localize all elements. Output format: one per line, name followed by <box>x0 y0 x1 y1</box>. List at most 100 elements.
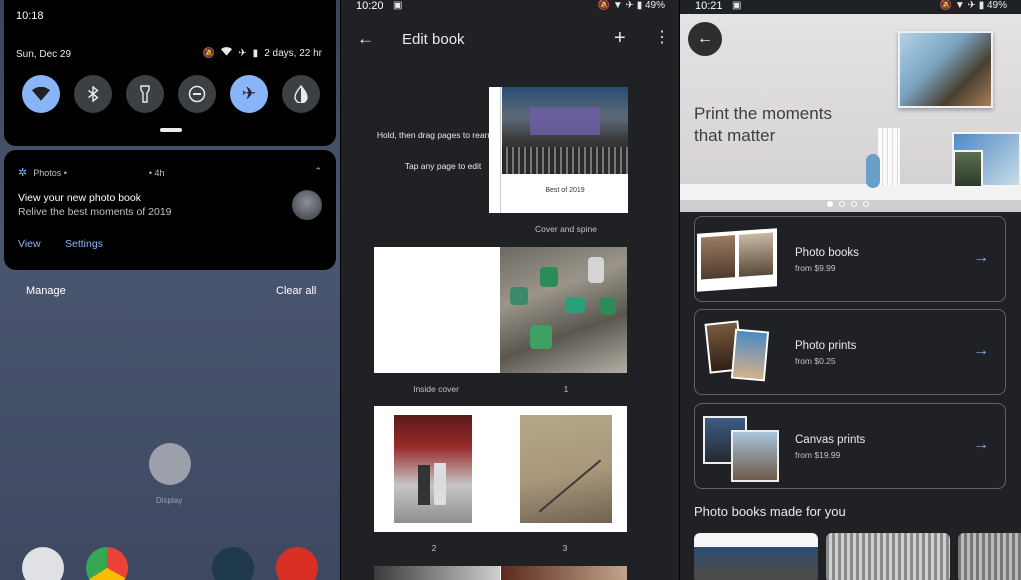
chrome-app-icon[interactable] <box>86 547 128 580</box>
print-thumbnail-2 <box>730 328 770 382</box>
airplane-status-icon: ✈ <box>967 0 976 11</box>
add-page-icon[interactable]: + <box>614 27 626 50</box>
hero-line-2: that matter <box>694 126 776 145</box>
drag-handle[interactable] <box>160 128 182 132</box>
photo-books-card[interactable]: Photo books from $9.99 → <box>694 216 1006 302</box>
spread-next[interactable] <box>374 566 627 580</box>
photo-stadia-people <box>394 415 472 523</box>
notification-thumbnail <box>292 190 322 220</box>
photo-products-screen: 10:21 ▣ 🔕 ▼ ✈ ▮ 49% Print the moments th… <box>680 0 1021 580</box>
arrow-right-icon[interactable]: → <box>973 436 989 454</box>
camera-app-icon[interactable] <box>22 547 64 580</box>
spread-pages-2-3[interactable] <box>374 406 627 532</box>
hero-banner[interactable]: Print the moments that matter <box>680 14 1021 212</box>
display-settings-icon[interactable] <box>149 443 191 485</box>
youtube-music-app-icon[interactable] <box>276 547 318 580</box>
notification-app-name: Photos • <box>33 167 67 178</box>
wifi-status-icon: ▼ <box>612 0 623 11</box>
photos-notification[interactable]: ✲ Photos • • 4h ⌃ View your new photo bo… <box>4 150 336 270</box>
page-label-1: 1 <box>563 384 569 394</box>
spread-inside-cover[interactable] <box>374 247 627 373</box>
dnd-tile[interactable] <box>178 75 216 113</box>
product-price: from $0.25 <box>795 356 836 366</box>
airplane-status-icon: ✈ <box>625 0 634 11</box>
notification-body: Relive the best moments of 2019 <box>18 206 172 218</box>
more-vert-icon[interactable]: ⋮ <box>654 27 670 47</box>
suggested-book-thumbnail[interactable] <box>958 533 1021 580</box>
product-title: Canvas prints <box>795 434 866 446</box>
arrow-right-icon[interactable]: → <box>973 342 989 360</box>
back-arrow-icon: ← <box>697 30 713 47</box>
suggested-book-thumbnail[interactable] <box>694 533 818 580</box>
image-notification-icon: ▣ <box>393 0 403 11</box>
page-label-3: 3 <box>562 543 568 553</box>
product-title: Photo prints <box>795 340 857 352</box>
clear-all-button[interactable]: Clear all <box>276 285 316 297</box>
photos-pinwheel-icon: ✲ <box>18 167 28 179</box>
battery-percent: 49% <box>986 0 1007 11</box>
photo-book-thumbnail <box>697 228 777 292</box>
image-notification-icon: ▣ <box>732 0 742 11</box>
wifi-icon <box>32 87 50 101</box>
date-label: Sun, Dec 29 <box>16 49 72 60</box>
status-icons: 🔕 ▼ ✈ ▮ 49% <box>940 0 1007 11</box>
dnd-icon <box>188 85 206 103</box>
battery-icon: ▮ <box>252 47 259 59</box>
carousel-dot[interactable] <box>827 201 833 207</box>
status-time: 10:20 <box>356 0 384 12</box>
airplane-tile[interactable]: ✈ <box>230 75 268 113</box>
quick-settings-panel: 10:18 Sun, Dec 29 🔕 ✈ ▮ 2 days, 22 hr ✈ <box>4 0 336 146</box>
hero-headline: Print the moments that matter <box>694 103 832 147</box>
notification-age: • 4h <box>148 167 165 178</box>
wifi-tile[interactable] <box>22 75 60 113</box>
flashlight-tile[interactable] <box>126 75 164 113</box>
page-title: Edit book <box>402 31 465 48</box>
invert-colors-tile[interactable] <box>282 75 320 113</box>
notification-title: View your new photo book <box>18 192 141 204</box>
chevron-up-icon[interactable]: ⌃ <box>314 166 322 177</box>
hero-dog-photo <box>953 150 983 188</box>
canvas-thumbnail-2 <box>731 430 779 482</box>
invert-icon <box>294 85 308 103</box>
cover-label: Cover and spine <box>535 224 597 234</box>
carousel-dot[interactable] <box>839 201 845 207</box>
hero-books <box>878 128 900 186</box>
status-time: 10:21 <box>695 0 723 12</box>
view-button[interactable]: View <box>18 238 41 250</box>
mute-icon: 🔕 <box>202 47 216 59</box>
bluetooth-tile[interactable] <box>74 75 112 113</box>
battery-icon: ▮ <box>636 0 643 11</box>
carousel-dot[interactable] <box>851 201 857 207</box>
back-button[interactable]: ← <box>688 22 722 56</box>
canvas-prints-card[interactable]: Canvas prints from $19.99 → <box>694 403 1006 489</box>
notification-header: ✲ Photos • • 4h <box>18 166 165 179</box>
photo-android-pins <box>500 247 627 373</box>
product-price: from $19.99 <box>795 450 841 460</box>
section-title: Photo books made for you <box>694 504 846 519</box>
airplane-icon: ✈ <box>241 84 257 103</box>
status-time: 10:18 <box>16 10 44 22</box>
photo-prints-card[interactable]: Photo prints from $0.25 → <box>694 309 1006 395</box>
suggested-book-thumbnail[interactable] <box>826 533 950 580</box>
mute-icon: 🔕 <box>597 0 611 11</box>
battery-percent: 49% <box>644 0 665 11</box>
cover-page[interactable]: Best of 2019 <box>489 87 628 213</box>
battery-text: 2 days, 22 hr <box>264 47 322 59</box>
arrow-right-icon[interactable]: → <box>973 249 989 267</box>
hero-agate <box>866 154 880 188</box>
mute-icon: 🔕 <box>939 0 953 11</box>
product-title: Photo books <box>795 247 859 259</box>
hero-canvas-print <box>898 31 993 108</box>
wifi-status-icon: ▼ <box>954 0 965 11</box>
notification-shade-screen: 10:18 Sun, Dec 29 🔕 ✈ ▮ 2 days, 22 hr ✈ <box>0 0 340 580</box>
bluetooth-icon <box>88 86 99 102</box>
manage-button[interactable]: Manage <box>26 285 66 297</box>
settings-button[interactable]: Settings <box>65 238 103 250</box>
status-icons: 🔕 ▼ ✈ ▮ 49% <box>598 0 665 11</box>
app-icon-pin[interactable] <box>212 547 254 580</box>
carousel-dot[interactable] <box>863 201 869 207</box>
spine <box>489 87 501 213</box>
airplane-status-icon: ✈ <box>238 47 247 59</box>
edit-book-screen: 10:20 ▣ 🔕 ▼ ✈ ▮ 49% ← Edit book + ⋮ Hold… <box>341 0 679 580</box>
back-arrow-icon[interactable]: ← <box>357 29 374 49</box>
